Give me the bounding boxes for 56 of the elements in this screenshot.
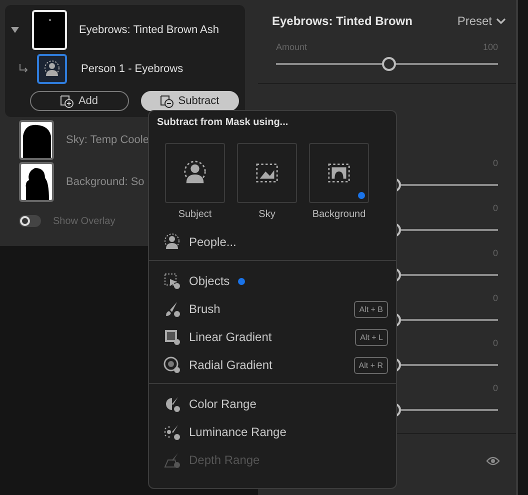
mask-name[interactable]: Person 1 - Eyebrows <box>81 63 184 75</box>
tile-label: Subject <box>178 209 212 220</box>
linear-tool-icon <box>163 328 181 346</box>
menu-item[interactable]: Color Range <box>149 390 396 418</box>
overlay-toggle[interactable] <box>19 215 41 227</box>
child-arrow-icon <box>19 64 29 74</box>
color-tool-icon <box>163 395 181 413</box>
panel-title: Eyebrows: Tinted Brown <box>272 14 412 28</box>
slider-value: 0 <box>492 383 498 393</box>
subject-select-icon <box>182 160 208 186</box>
add-button[interactable]: Add <box>30 91 128 111</box>
tile-label: Sky <box>258 209 276 220</box>
people-icon <box>43 60 61 78</box>
mask-type-tile[interactable] <box>309 143 369 203</box>
mask-thumbnail[interactable] <box>19 120 54 160</box>
menu-item[interactable]: People... <box>149 228 396 256</box>
luminance-tool-icon <box>163 423 181 441</box>
add-mask-icon <box>60 94 74 108</box>
radial-tool-icon <box>163 356 181 374</box>
slider-value: 0 <box>492 338 498 348</box>
menu-item[interactable]: Luminance Range <box>149 418 396 446</box>
mask-thumbnail[interactable] <box>19 162 54 202</box>
menu-item[interactable]: Objects <box>149 267 396 295</box>
mask-name[interactable]: Background: So <box>66 176 144 188</box>
amount-label: Amount <box>276 42 308 52</box>
people-tool-icon <box>163 233 181 251</box>
shortcut-key: Alt + L <box>355 328 388 346</box>
mask-name[interactable]: Eyebrows: Tinted Brown Ash <box>79 24 220 36</box>
chevron-down-icon <box>496 18 506 24</box>
shortcut-key: Alt + B <box>354 300 388 318</box>
slider-value: 0 <box>492 158 498 168</box>
menu-item[interactable]: Brush Alt + B <box>149 295 396 323</box>
slider-value: 0 <box>492 248 498 258</box>
subtract-button[interactable]: Subtract <box>140 91 239 111</box>
slider-value: 0 <box>492 203 498 213</box>
new-badge-dot <box>238 278 245 284</box>
mask-name[interactable]: Sky: Temp Coole <box>66 134 149 146</box>
brush-tool-icon <box>163 300 181 318</box>
amount-value: 100 <box>482 42 498 52</box>
shortcut-key: Alt + R <box>354 356 388 374</box>
objects-tool-icon <box>163 272 181 290</box>
tile-label: Background <box>312 209 366 220</box>
overlay-label: Show Overlay <box>53 216 116 226</box>
person-mask-thumbnail[interactable] <box>37 54 67 84</box>
menu-item[interactable]: Radial Gradient Alt + R <box>149 351 396 379</box>
menu-title: Subtract from Mask using... <box>157 117 288 128</box>
slider-value: 0 <box>492 293 498 303</box>
expand-caret-icon[interactable] <box>10 25 20 35</box>
new-badge-dot <box>358 192 365 199</box>
menu-item[interactable]: Linear Gradient Alt + L <box>149 323 396 351</box>
preset-dropdown[interactable]: Preset <box>457 14 506 28</box>
visibility-eye-icon[interactable] <box>486 456 500 466</box>
mask-type-tile[interactable] <box>237 143 297 203</box>
subtract-mask-icon <box>160 94 174 108</box>
mask-type-tile[interactable] <box>165 143 225 203</box>
slider-thumb[interactable] <box>382 57 396 71</box>
